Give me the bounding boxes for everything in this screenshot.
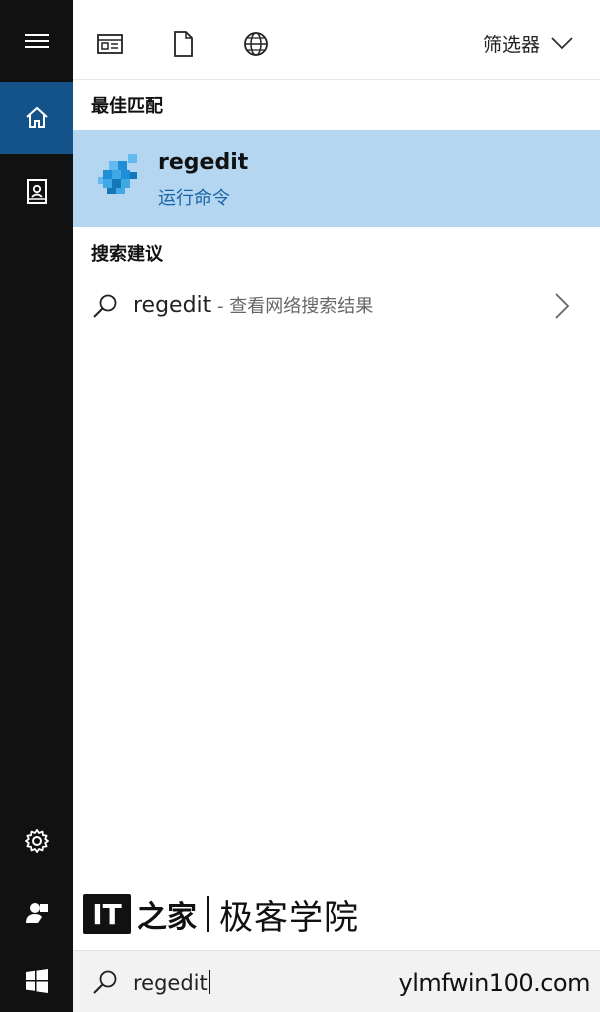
search-box[interactable]: regedit ylmfwin100.com (73, 950, 600, 1012)
chevron-down-icon (551, 37, 573, 50)
suggestion-text: regedit - 查看网络搜索结果 (133, 292, 373, 318)
watermark-divider (207, 896, 209, 932)
globe-icon (244, 32, 268, 56)
settings-icon (24, 829, 49, 853)
start-button[interactable] (0, 950, 73, 1012)
best-match-subtitle: 运行命令 (158, 188, 230, 209)
filter-dropdown[interactable]: 筛选器 (483, 26, 574, 60)
best-match-title: regedit (158, 150, 249, 175)
notebook-button[interactable] (0, 156, 73, 228)
best-match-heading: 最佳匹配 (91, 96, 163, 117)
suggestion-item[interactable]: regedit - 查看网络搜索结果 (73, 278, 600, 334)
suggestion-query: regedit (133, 293, 212, 318)
left-rail (0, 0, 73, 1012)
search-input[interactable]: regedit (133, 970, 210, 995)
documents-scope-button[interactable] (167, 28, 199, 60)
search-icon (93, 970, 117, 994)
watermark-text: 极客学院 (219, 897, 359, 938)
search-suggestions-heading: 搜索建议 (91, 244, 163, 265)
account-button[interactable] (0, 880, 73, 946)
text-caret (208, 970, 210, 994)
home-icon (25, 106, 48, 128)
windows-start-icon (25, 969, 48, 993)
watermark: IT 之家 极客学院 (83, 891, 359, 938)
scope-toolbar: 筛选器 (73, 0, 600, 80)
notebook-icon (26, 179, 47, 204)
search-icon (93, 294, 117, 318)
hamburger-menu-button[interactable] (0, 0, 73, 82)
regedit-cube-icon (98, 154, 137, 194)
site-watermark: ylmfwin100.com (398, 969, 591, 997)
home-button[interactable] (0, 82, 73, 154)
settings-button[interactable] (0, 808, 73, 874)
best-match-result[interactable]: regedit 运行命令 (73, 130, 600, 227)
logo-it-block: IT (83, 894, 131, 934)
menu-icon (24, 34, 49, 48)
apps-scope-button[interactable] (94, 28, 126, 60)
person-icon (25, 903, 48, 923)
suggestion-suffix: - 查看网络搜索结果 (211, 296, 374, 317)
chevron-right-icon (555, 293, 570, 319)
web-scope-button[interactable] (240, 28, 272, 60)
logo-mark: 之家 (137, 900, 197, 935)
search-panel: 筛选器 最佳匹配 regedit 运行命令 搜索建议 regedit - 查看网… (73, 0, 600, 1012)
ithome-logo: IT 之家 (83, 892, 197, 936)
search-value: regedit (133, 971, 208, 995)
document-icon (174, 31, 193, 57)
app-panel-icon (97, 34, 123, 54)
filter-label: 筛选器 (482, 33, 540, 56)
